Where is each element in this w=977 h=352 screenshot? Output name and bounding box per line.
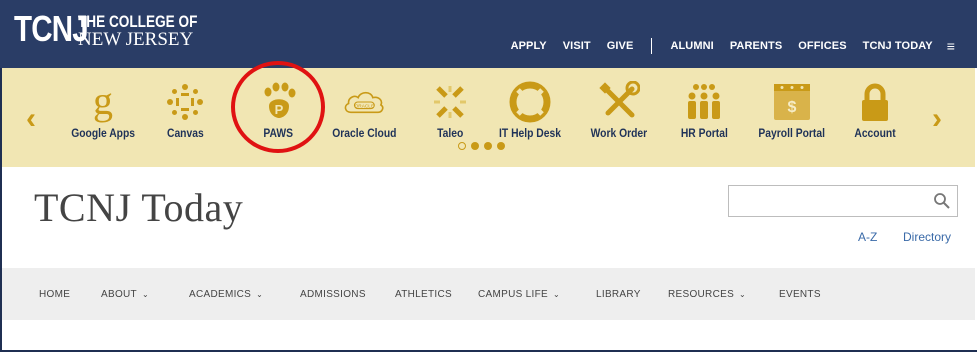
- nav-give[interactable]: GIVE: [607, 40, 634, 52]
- nav-tcnj-today[interactable]: TCNJ TODAY: [863, 40, 933, 52]
- site-header: TCNJ THE COLLEGE OF NEW JERSEY APPLY VIS…: [0, 0, 977, 68]
- tools-icon: [597, 80, 641, 124]
- nav-label: LIBRARY: [596, 289, 641, 300]
- app-hr-portal[interactable]: HR Portal: [659, 80, 749, 140]
- a-z-link[interactable]: A-Z: [858, 230, 877, 244]
- app-label: Payroll Portal: [758, 126, 826, 140]
- svg-text:ORACLE: ORACLE: [355, 104, 375, 110]
- utility-nav: APPLY VISIT GIVE ALUMNI PARENTS OFFICES …: [495, 38, 955, 54]
- nav-label: ADMISSIONS: [300, 289, 366, 300]
- svg-text:g: g: [93, 80, 113, 123]
- nav-label: ATHLETICS: [395, 289, 452, 300]
- chevron-down-icon: ⌄: [552, 290, 560, 299]
- app-label: Canvas: [166, 126, 204, 140]
- carousel-dot[interactable]: [484, 142, 492, 150]
- nav-label: HOME: [39, 289, 71, 300]
- app-it-help-desk[interactable]: IT Help Desk: [485, 80, 575, 140]
- nav-apply[interactable]: APPLY: [511, 40, 547, 52]
- paws-highlight-circle: [231, 61, 325, 153]
- search-icon[interactable]: [933, 192, 951, 210]
- nav-about[interactable]: ABOUT ⌄: [101, 289, 149, 300]
- chevron-down-icon: ⌄: [141, 290, 149, 299]
- people-icon: [682, 80, 726, 124]
- nav-label: CAMPUS LIFE: [478, 289, 548, 300]
- nav-library[interactable]: LIBRARY: [596, 289, 641, 300]
- search-box: [728, 185, 958, 217]
- search-input[interactable]: [733, 187, 927, 217]
- app-account[interactable]: Account: [830, 80, 920, 140]
- logo-line1: THE COLLEGE OF: [78, 12, 198, 31]
- carousel-next-icon[interactable]: ›: [932, 104, 942, 134]
- nav-visit[interactable]: VISIT: [563, 40, 591, 52]
- app-google-apps[interactable]: g Google Apps: [58, 80, 148, 140]
- app-work-order[interactable]: Work Order: [574, 80, 664, 140]
- payroll-calendar-icon: $: [770, 80, 814, 124]
- nav-campus-life[interactable]: CAMPUS LIFE ⌄: [478, 289, 560, 300]
- nav-resources[interactable]: RESOURCES ⌄: [668, 289, 746, 300]
- oracle-cloud-icon: ORACLE: [342, 80, 386, 124]
- carousel-dot[interactable]: [458, 142, 466, 150]
- app-taleo[interactable]: Taleo: [405, 80, 495, 140]
- taleo-icon: [428, 80, 472, 124]
- app-label: HR Portal: [680, 126, 728, 140]
- nav-offices[interactable]: OFFICES: [798, 40, 846, 52]
- lifebuoy-icon: [508, 80, 552, 124]
- app-label: Google Apps: [71, 126, 135, 140]
- logo-mark: TCNJ: [14, 8, 89, 49]
- app-oracle-cloud[interactable]: ORACLE Oracle Cloud: [319, 80, 409, 140]
- logo-line2: NEW JERSEY: [78, 29, 194, 50]
- chevron-down-icon: ⌄: [739, 290, 747, 299]
- carousel-prev-icon[interactable]: ‹: [26, 104, 36, 134]
- hamburger-menu-icon[interactable]: ≡: [947, 38, 955, 54]
- nav-athletics[interactable]: ATHLETICS: [395, 289, 452, 300]
- carousel-dot[interactable]: [497, 142, 505, 150]
- app-label: Work Order: [590, 126, 648, 140]
- nav-events[interactable]: EVENTS: [779, 289, 821, 300]
- svg-text:$: $: [788, 99, 797, 116]
- directory-link[interactable]: Directory: [903, 230, 951, 244]
- app-label: Oracle Cloud: [331, 126, 397, 140]
- carousel-pagination: [458, 142, 510, 150]
- logo-wordmark: THE COLLEGE OF NEW JERSEY: [78, 13, 227, 50]
- nav-label: RESOURCES: [668, 289, 735, 300]
- lock-icon: [853, 80, 897, 124]
- nav-divider: [651, 38, 653, 54]
- tcnj-logo[interactable]: TCNJ THE COLLEGE OF NEW JERSEY: [14, 9, 227, 50]
- nav-admissions[interactable]: ADMISSIONS: [300, 289, 366, 300]
- chevron-down-icon: ⌄: [256, 290, 264, 299]
- page-title: TCNJ Today: [34, 185, 244, 230]
- nav-label: EVENTS: [779, 289, 821, 300]
- nav-label: ABOUT: [101, 289, 137, 300]
- nav-home[interactable]: HOME: [39, 289, 70, 300]
- nav-academics[interactable]: ACADEMICS ⌄: [189, 289, 263, 300]
- main-nav: HOME ABOUT ⌄ ACADEMICS ⌄ ADMISSIONS ATHLET…: [2, 268, 975, 320]
- app-label: Account: [854, 126, 896, 140]
- nav-alumni[interactable]: ALUMNI: [670, 40, 713, 52]
- app-label: Taleo: [436, 126, 464, 140]
- app-canvas[interactable]: Canvas: [140, 80, 230, 140]
- app-label: IT Help Desk: [499, 126, 561, 140]
- carousel-dot[interactable]: [471, 142, 479, 150]
- canvas-icon: [163, 80, 207, 124]
- app-payroll-portal[interactable]: $ Payroll Portal: [747, 80, 837, 140]
- google-g-icon: g: [81, 80, 125, 124]
- nav-parents[interactable]: PARENTS: [730, 40, 782, 52]
- nav-label: ACADEMICS: [189, 289, 252, 300]
